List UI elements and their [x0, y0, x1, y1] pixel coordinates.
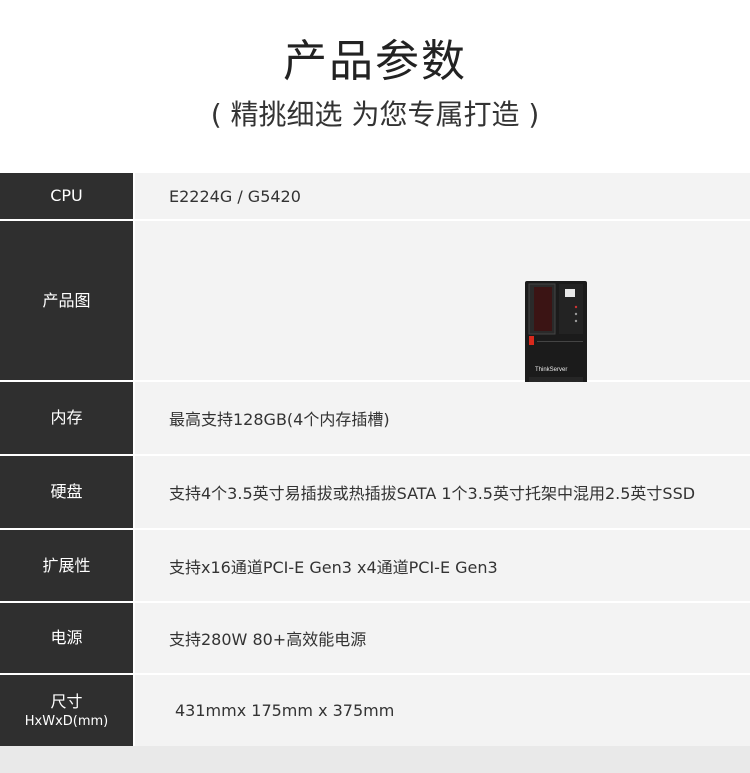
spec-value-cell: 431mmx 175mm x 375mm [135, 675, 750, 746]
spec-label-cell: CPU [0, 173, 133, 219]
page-title: 产品参数 [283, 36, 467, 87]
spec-label: 产品图 [42, 290, 91, 310]
spec-label-cell: 扩展性 [0, 530, 133, 601]
spec-value-cell: 支持x16通道PCI-E Gen3 x4通道PCI-E Gen3 [135, 530, 750, 601]
spec-value: 支持4个3.5英寸易插拔或热插拔SATA 1个3.5英寸托架中混用2.5英寸SS… [169, 484, 696, 503]
spec-value: 最高支持128GB(4个内存插槽) [169, 410, 390, 429]
spec-value-cell: 支持280W 80+高效能电源 [135, 603, 750, 673]
spec-value-cell: 支持4个3.5英寸易插拔或热插拔SATA 1个3.5英寸托架中混用2.5英寸SS… [135, 456, 750, 528]
spec-value: 支持280W 80+高效能电源 [169, 630, 367, 649]
spec-sublabel: HxWxD(mm) [24, 713, 109, 729]
spec-label-cell: 内存 [0, 382, 133, 454]
spec-row-image: 产品图 ThinkServer [0, 221, 750, 419]
spec-value: 431mmx 175mm x 375mm [175, 701, 395, 720]
spec-label-cell: 电源 [0, 603, 133, 673]
spec-label-cell: 硬盘 [0, 456, 133, 528]
spec-label: 扩展性 [42, 555, 91, 575]
spec-value: 支持x16通道PCI-E Gen3 x4通道PCI-E Gen3 [169, 557, 498, 577]
spec-row-storage: 硬盘 支持4个3.5英寸易插拔或热插拔SATA 1个3.5英寸托架中混用2.5英… [0, 456, 750, 528]
spec-row-expansion: 扩展性 支持x16通道PCI-E Gen3 x4通道PCI-E Gen3 [0, 530, 750, 601]
page-header: 产品参数 ( 精挑细选 为您专属打造 ) [0, 0, 750, 173]
spec-label: 电源 [50, 628, 83, 647]
spec-label-cell: 产品图 [0, 221, 133, 380]
spec-label: CPU [50, 186, 83, 205]
spec-row-size: 尺寸 HxWxD(mm) 431mmx 175mm x 375mm [0, 675, 750, 746]
spec-label: 尺寸 [50, 691, 83, 711]
page-subtitle: ( 精挑细选 为您专属打造 ) [210, 98, 540, 131]
spec-row-memory: 内存 最高支持128GB(4个内存插槽) [0, 382, 750, 454]
spec-label: 内存 [50, 408, 83, 427]
spec-value-cell: 最高支持128GB(4个内存插槽) [135, 382, 750, 454]
spec-row-cpu: CPU E2224G / G5420 [0, 173, 750, 219]
spec-label-cell: 尺寸 HxWxD(mm) [0, 675, 133, 746]
server-brand-text: ThinkServer [535, 367, 567, 373]
bottom-divider [0, 746, 750, 773]
spec-row-power: 电源 支持280W 80+高效能电源 [0, 603, 750, 673]
spec-label: 硬盘 [50, 482, 83, 501]
spec-value: E2224G / G5420 [169, 186, 301, 206]
spec-value-cell: ThinkServer [135, 221, 750, 419]
spec-value-cell: E2224G / G5420 [135, 173, 750, 219]
